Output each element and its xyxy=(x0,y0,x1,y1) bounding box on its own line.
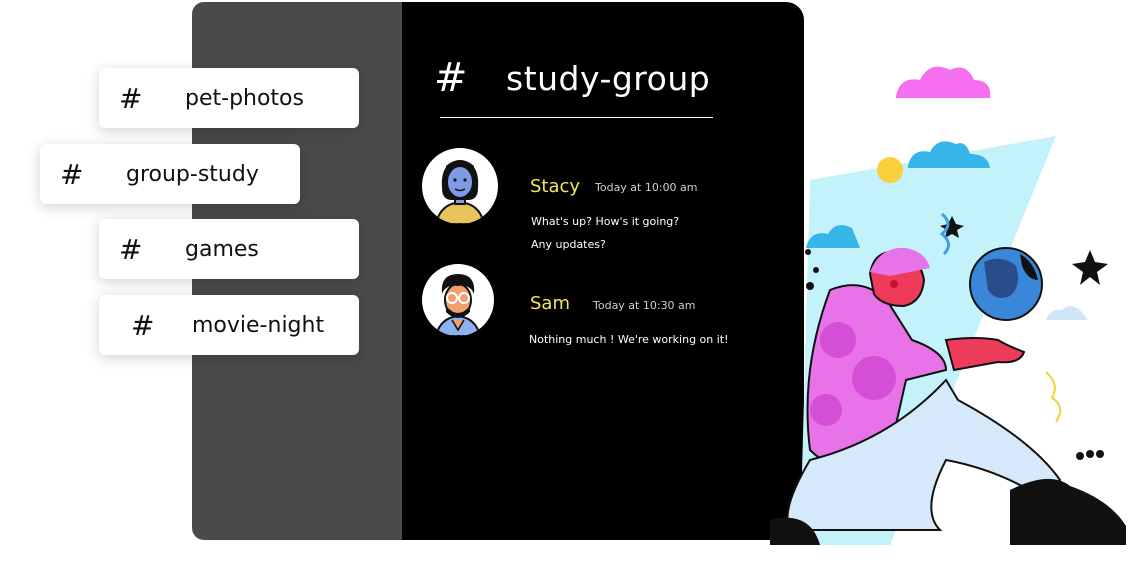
channel-item-movie-night[interactable]: # movie-night xyxy=(99,295,359,355)
message-author[interactable]: Stacy xyxy=(530,176,580,197)
hash-icon: # xyxy=(119,232,143,266)
man-avatar-icon[interactable] xyxy=(422,264,494,336)
channel-label: pet-photos xyxy=(185,85,304,111)
channel-label: games xyxy=(185,236,259,262)
message-text-line: What's up? How's it going? xyxy=(531,215,680,228)
hash-icon: # xyxy=(60,157,84,191)
message-timestamp: Today at 10:30 am xyxy=(593,299,696,312)
hash-icon: # xyxy=(131,308,155,342)
message-timestamp: Today at 10:00 am xyxy=(595,181,698,194)
channel-title: study-group xyxy=(506,58,711,98)
message-author[interactable]: Sam xyxy=(530,293,570,314)
chat-header: # study-group xyxy=(432,54,722,102)
hash-icon: # xyxy=(119,81,143,115)
person-with-globe-illustration xyxy=(770,66,1126,545)
message-text-line: Any updates? xyxy=(531,238,606,251)
channel-item-games[interactable]: # games xyxy=(99,219,359,279)
header-divider xyxy=(440,117,713,118)
channel-label: group-study xyxy=(126,161,259,187)
channel-label: movie-night xyxy=(192,312,325,338)
message-text-line: Nothing much ! We're working on it! xyxy=(529,333,729,346)
chat-panel: # study-group Stacy Today at 10:00 am Wh… xyxy=(402,2,804,540)
channel-item-group-study[interactable]: # group-study xyxy=(40,144,300,204)
channel-item-pet-photos[interactable]: # pet-photos xyxy=(99,68,359,128)
channel-hash-icon: # xyxy=(434,55,468,101)
woman-avatar-icon[interactable] xyxy=(422,148,498,224)
